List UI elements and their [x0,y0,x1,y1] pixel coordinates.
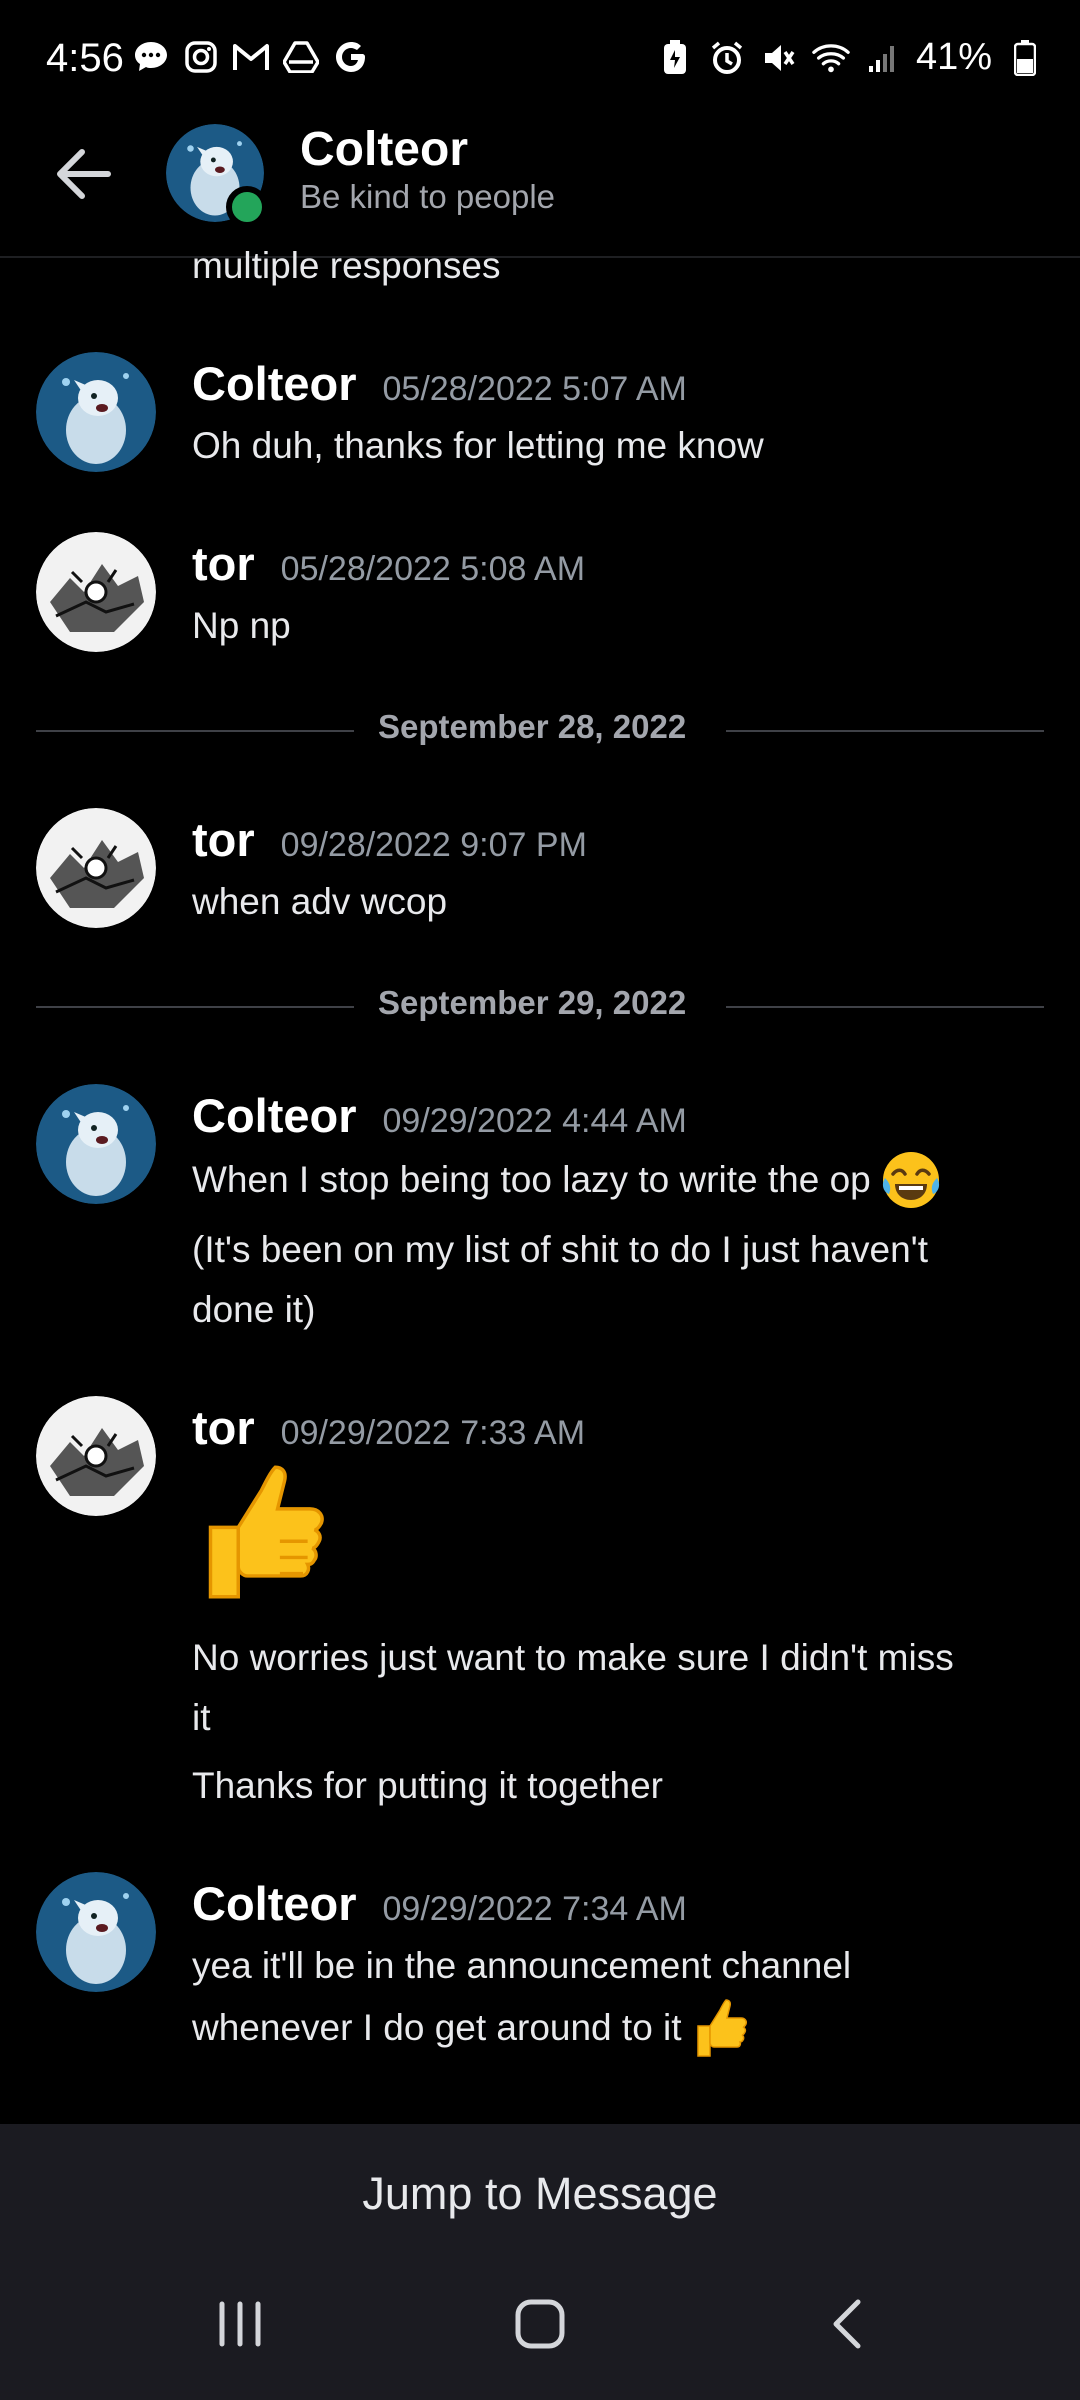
message-line: whenever I do get around to it [192,1996,754,2060]
home-icon [515,2299,565,2349]
instagram-icon [182,38,220,76]
message-header: Colteor 05/28/2022 5:07 AM [192,356,687,411]
alarm-icon [708,39,746,77]
message-text: yea it'll be in the announcement channel [192,1945,852,1986]
date-divider-label: September 28, 2022 [378,708,687,745]
username[interactable]: tor [192,536,255,591]
online-status-dot [226,186,268,228]
avatar[interactable] [36,1084,156,1204]
username[interactable]: Colteor [192,356,357,411]
timestamp: 09/29/2022 7:33 AM [280,1414,586,1452]
message-header: Colteor 09/29/2022 4:44 AM [192,1088,687,1143]
message-text: Thanks for putting it together [192,1765,663,1806]
avatar[interactable] [36,1872,156,1992]
message-text: done it) [192,1289,316,1330]
battery-icon [1006,39,1044,77]
notification-icons [132,38,370,76]
username[interactable]: tor [192,1400,255,1455]
timestamp: 09/28/2022 9:07 PM [280,826,587,864]
recents-icon [219,2301,261,2347]
avatar[interactable] [36,808,156,928]
message-text: Np np [192,605,291,646]
message-text: when adv wcop [192,881,448,922]
drive-icon [282,38,320,76]
message-text: whenever I do get around to it [192,2007,682,2048]
message-line: When I stop being too lazy to write the … [192,1148,943,1212]
chat-bubble-icon [132,38,170,76]
thumbs-up-emoji-icon [192,1458,340,1606]
date-divider-label: September 29, 2022 [378,984,687,1021]
timestamp: 09/29/2022 7:34 AM [382,1890,687,1928]
message-text: multiple responses [192,245,501,286]
wifi-icon [812,39,850,77]
message-text: No worries just want to make sure I didn… [192,1637,954,1678]
battery-saver-icon [656,39,694,77]
header-custom-status: Be kind to people [300,178,556,215]
avatar[interactable] [36,1396,156,1516]
nav-back-button[interactable] [822,2296,878,2352]
message-text: it [192,1697,211,1738]
message-header: tor 05/28/2022 5:08 AM [192,536,585,591]
timestamp: 09/29/2022 4:44 AM [382,1102,687,1140]
message-text: Oh duh, thanks for letting me know [192,425,764,466]
home-button[interactable] [512,2296,568,2352]
back-button[interactable] [48,138,120,210]
date-divider: September 28, 2022 [36,708,1044,745]
system-icons: 41% [656,36,1044,79]
arrow-left-icon [57,149,111,199]
joy-emoji-icon [882,1152,939,1208]
status-time: 4:56 [46,36,124,80]
thumbs-up-emoji-icon [696,1999,747,2057]
message-header: Colteor 09/29/2022 7:34 AM [192,1876,687,1931]
username[interactable]: Colteor [192,1876,357,1931]
header-username[interactable]: Colteor [300,122,468,177]
recent-apps-button[interactable] [208,2298,272,2350]
gmail-icon [232,38,270,76]
username[interactable]: Colteor [192,1088,357,1143]
message-header: tor 09/28/2022 9:07 PM [192,812,587,867]
mute-icon [760,39,798,77]
message-text: When I stop being too lazy to write the … [192,1159,871,1200]
chevron-left-icon [833,2299,861,2349]
username[interactable]: tor [192,812,255,867]
avatar[interactable] [36,352,156,472]
timestamp: 05/28/2022 5:08 AM [280,550,586,588]
timestamp: 05/28/2022 5:07 AM [382,370,687,408]
signal-icon [864,39,902,77]
battery-percent: 41% [915,36,992,78]
jump-to-message-button[interactable]: Jump to Message [0,2168,1080,2220]
avatar[interactable] [36,532,156,652]
message-text: (It's been on my list of shit to do I ju… [192,1229,928,1270]
google-icon [332,38,370,76]
message-header: tor 09/29/2022 7:33 AM [192,1400,585,1455]
date-divider: September 29, 2022 [36,984,1044,1021]
